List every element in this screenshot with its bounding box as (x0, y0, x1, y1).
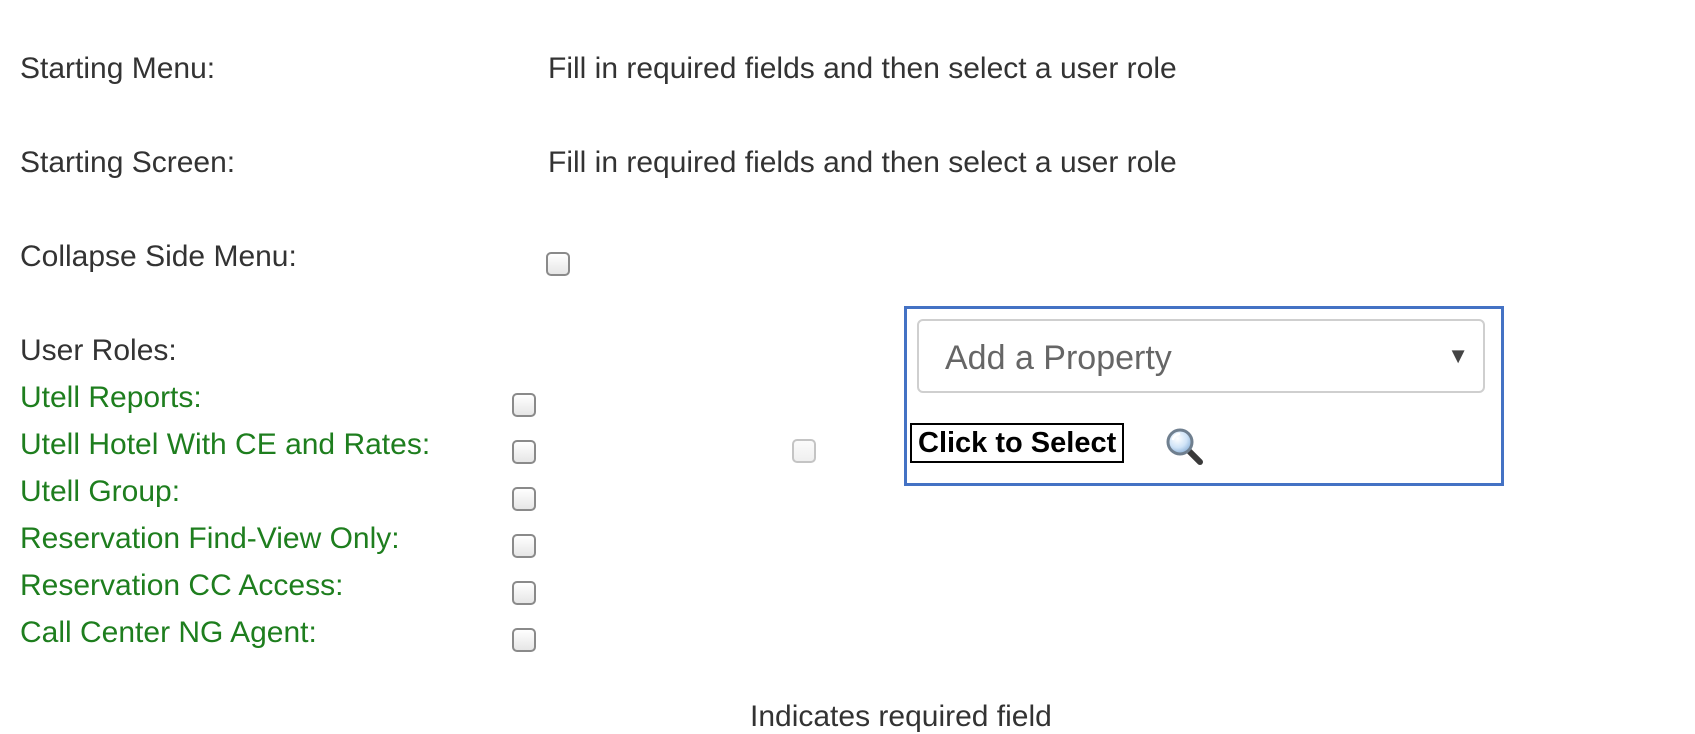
collapse-side-menu-checkbox[interactable] (546, 252, 570, 276)
role-checkbox-utell-group[interactable] (512, 487, 536, 511)
role-label-utell-group: Utell Group: (20, 475, 181, 508)
starting-screen-value: Fill in required fields and then select … (548, 146, 1177, 179)
add-property-select[interactable]: Add a Property ▼ (917, 319, 1485, 393)
role-label-utell-hotel-ce-rates: Utell Hotel With CE and Rates: (20, 428, 431, 461)
role-label-reservation-find-view-only: Reservation Find-View Only: (20, 522, 400, 555)
property-picker-panel: Add a Property ▼ Click to Select (904, 306, 1504, 486)
required-field-note: Indicates required field (750, 700, 1052, 733)
starting-menu-value: Fill in required fields and then select … (548, 52, 1177, 85)
role-checkbox-utell-hotel-ce-rates[interactable] (512, 440, 536, 464)
role-label-reservation-cc-access: Reservation CC Access: (20, 569, 344, 602)
add-property-select-value: Add a Property (945, 339, 1172, 377)
starting-menu-label: Starting Menu: (20, 52, 216, 85)
role-secondary-checkbox-utell-hotel-ce-rates (792, 439, 816, 463)
chevron-down-icon: ▼ (1447, 343, 1469, 368)
starting-screen-label: Starting Screen: (20, 146, 236, 179)
role-checkbox-reservation-cc-access[interactable] (512, 581, 536, 605)
collapse-side-menu-label: Collapse Side Menu: (20, 240, 297, 273)
role-label-call-center-ng-agent: Call Center NG Agent: (20, 616, 317, 649)
role-checkbox-utell-reports[interactable] (512, 393, 536, 417)
role-checkbox-reservation-find-view-only[interactable] (512, 534, 536, 558)
magnifier-icon[interactable] (1164, 426, 1204, 466)
role-label-utell-reports: Utell Reports: (20, 381, 202, 414)
role-checkbox-call-center-ng-agent[interactable] (512, 628, 536, 652)
user-roles-heading: User Roles: (20, 334, 177, 367)
click-to-select-button[interactable]: Click to Select (910, 423, 1125, 463)
